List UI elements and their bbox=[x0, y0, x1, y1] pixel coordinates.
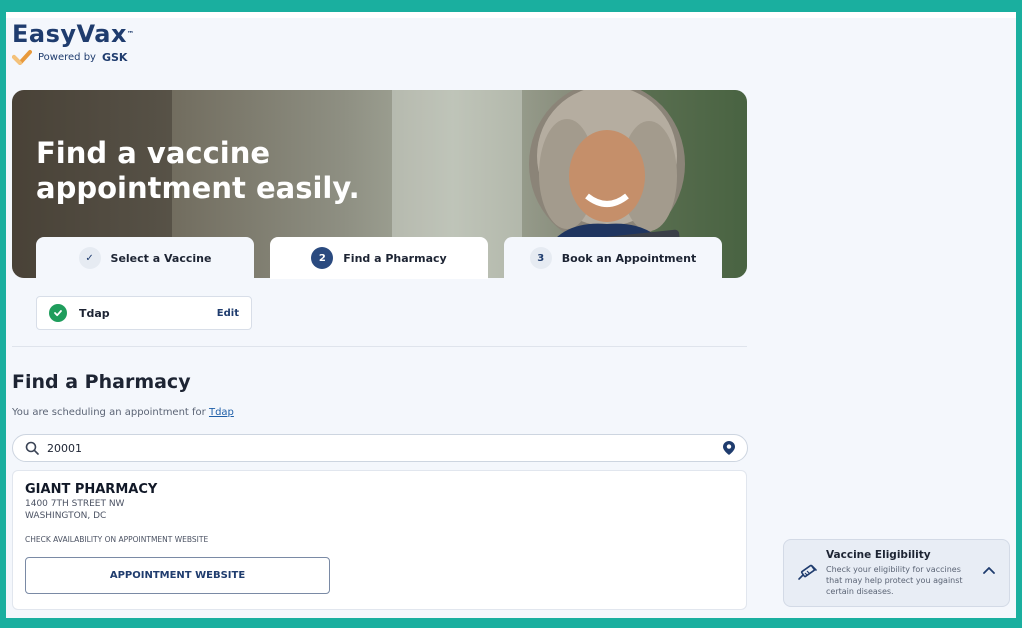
syringe-icon bbox=[798, 564, 817, 580]
pharmacy-address-line2: WASHINGTON, DC bbox=[25, 511, 107, 521]
location-search-input[interactable]: 20001 bbox=[12, 434, 748, 462]
edit-vaccine-link[interactable]: Edit bbox=[217, 308, 239, 319]
app-frame: EasyVax™ Powered by GSK Find a vaccine a… bbox=[0, 0, 1022, 628]
availability-note: CHECK AVAILABILITY ON APPOINTMENT WEBSIT… bbox=[25, 535, 209, 544]
vaccine-eligibility-widget[interactable]: Vaccine Eligibility Check your eligibili… bbox=[783, 539, 1010, 607]
pharmacy-card: GIANT PHARMACY 1400 7TH STREET NW WASHIN… bbox=[12, 470, 747, 610]
trademark: ™ bbox=[126, 30, 135, 38]
appointment-website-button[interactable]: APPOINTMENT WEBSITE bbox=[25, 557, 330, 594]
step-label: Find a Pharmacy bbox=[343, 251, 447, 265]
step-label: Book an Appointment bbox=[561, 251, 697, 265]
page-title: Find a Pharmacy bbox=[12, 371, 191, 393]
pharmacy-address-line1: 1400 7TH STREET NW bbox=[25, 499, 125, 509]
step-done-check-icon: ✓ bbox=[78, 247, 101, 269]
step-book-appointment[interactable]: 3 Book an Appointment bbox=[504, 237, 722, 279]
search-icon bbox=[25, 441, 39, 455]
powered-by-text: Powered by bbox=[38, 51, 96, 63]
hero-title: Find a vaccine appointment easily. bbox=[36, 136, 360, 205]
eligibility-title: Vaccine Eligibility bbox=[826, 549, 931, 561]
step-select-vaccine[interactable]: ✓ Select a Vaccine bbox=[36, 237, 254, 279]
top-strip bbox=[6, 12, 1016, 18]
scheduling-info: You are scheduling an appointment for Td… bbox=[12, 407, 234, 418]
step-number-badge: 2 bbox=[311, 247, 334, 269]
step-find-pharmacy[interactable]: 2 Find a Pharmacy bbox=[270, 237, 488, 279]
pharmacy-name: GIANT PHARMACY bbox=[25, 482, 158, 497]
scheduled-vaccine-link[interactable]: Tdap bbox=[209, 407, 234, 418]
brand-name: EasyVax bbox=[12, 20, 127, 48]
selected-vaccine-chip: Tdap Edit bbox=[36, 296, 252, 330]
brand-check-icon bbox=[12, 50, 32, 65]
search-value: 20001 bbox=[47, 441, 82, 455]
check-circle-icon bbox=[49, 304, 67, 322]
step-number-badge: 3 bbox=[529, 247, 552, 269]
gsk-text: GSK bbox=[101, 50, 128, 64]
easyvax-logo[interactable]: EasyVax™ Powered by GSK bbox=[12, 20, 134, 65]
selected-vaccine-name: Tdap bbox=[79, 306, 110, 320]
divider bbox=[12, 346, 747, 347]
location-pin-icon[interactable] bbox=[723, 441, 735, 455]
chevron-up-icon[interactable] bbox=[983, 566, 995, 574]
step-label: Select a Vaccine bbox=[110, 251, 212, 265]
eligibility-description: Check your eligibility for vaccines that… bbox=[826, 565, 963, 596]
